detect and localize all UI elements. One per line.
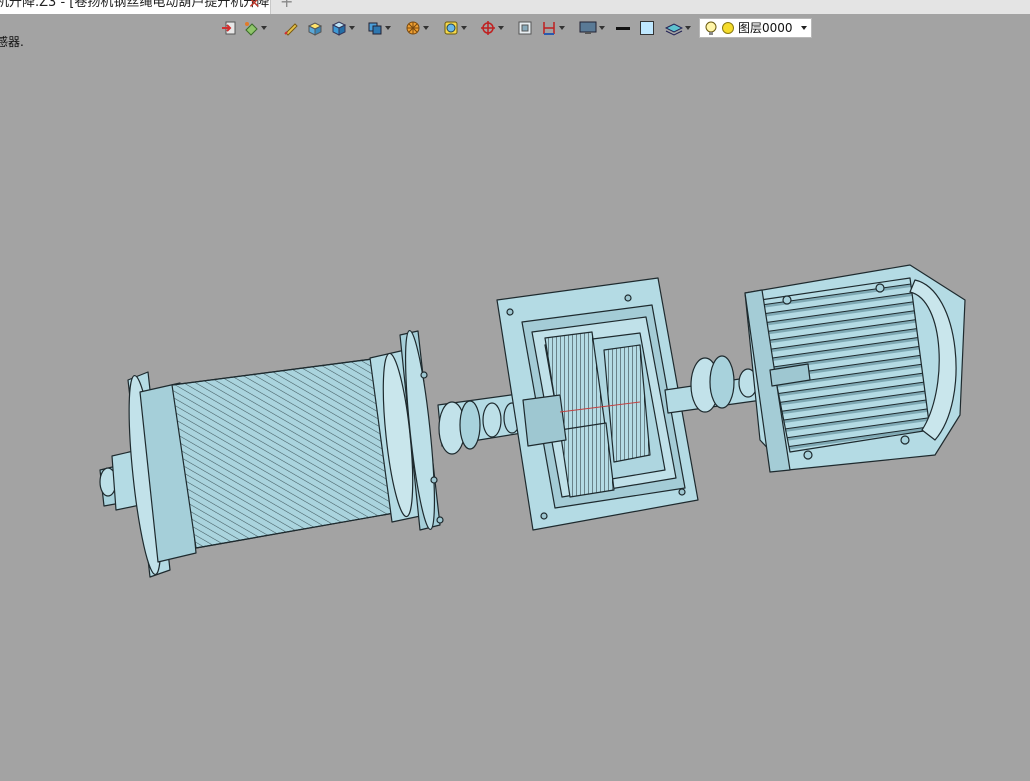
brush-icon[interactable] [283, 19, 299, 37]
chevron-down-icon[interactable] [801, 26, 807, 30]
exit-icon[interactable] [221, 19, 237, 37]
chevron-down-icon[interactable] [461, 26, 467, 30]
color-icon[interactable] [639, 19, 655, 37]
layer-name: 图层0000 [738, 21, 793, 35]
tab-bar: 机升降.Z3 - [卷扬机钢丝绳电动葫芦提升机升降] ✕ + [0, 0, 1030, 14]
dimension-icon[interactable] [541, 19, 565, 37]
new-tab-button[interactable]: + [280, 0, 293, 10]
origin-icon[interactable] [480, 19, 504, 37]
chevron-down-icon[interactable] [261, 26, 267, 30]
chevron-down-icon[interactable] [685, 26, 691, 30]
box-icon[interactable] [307, 19, 323, 37]
chevron-down-icon[interactable] [385, 26, 391, 30]
chevron-down-icon[interactable] [423, 26, 429, 30]
grid-icon[interactable] [517, 19, 533, 37]
3d-viewport[interactable] [0, 40, 1030, 781]
solid-icon[interactable] [331, 19, 355, 37]
document-tab[interactable]: 机升降.Z3 - [卷扬机钢丝绳电动葫芦提升机升降] ✕ [0, 0, 271, 14]
render-icon[interactable] [405, 19, 429, 37]
fill-icon[interactable] [243, 19, 267, 37]
layer-select[interactable]: 图层0000 [699, 18, 812, 38]
chevron-down-icon[interactable] [349, 26, 355, 30]
line-icon[interactable] [615, 19, 631, 37]
gear-coupling[interactable] [664, 355, 763, 414]
chevron-down-icon[interactable] [498, 26, 504, 30]
close-icon[interactable]: ✕ [248, 0, 261, 11]
lightbulb-icon[interactable] [704, 21, 718, 37]
chevron-down-icon[interactable] [559, 26, 565, 30]
winch-drum[interactable] [99, 329, 444, 578]
layer-stack-icon[interactable] [665, 19, 691, 37]
electric-motor[interactable] [744, 264, 966, 473]
tab-title: 机升降.Z3 - [卷扬机钢丝绳电动葫芦提升机升降] [0, 0, 271, 10]
monitor-icon[interactable] [579, 19, 605, 37]
layer-color-swatch [722, 22, 734, 34]
display-icon[interactable] [443, 19, 467, 37]
view-icon[interactable] [367, 19, 391, 37]
chevron-down-icon[interactable] [599, 26, 605, 30]
